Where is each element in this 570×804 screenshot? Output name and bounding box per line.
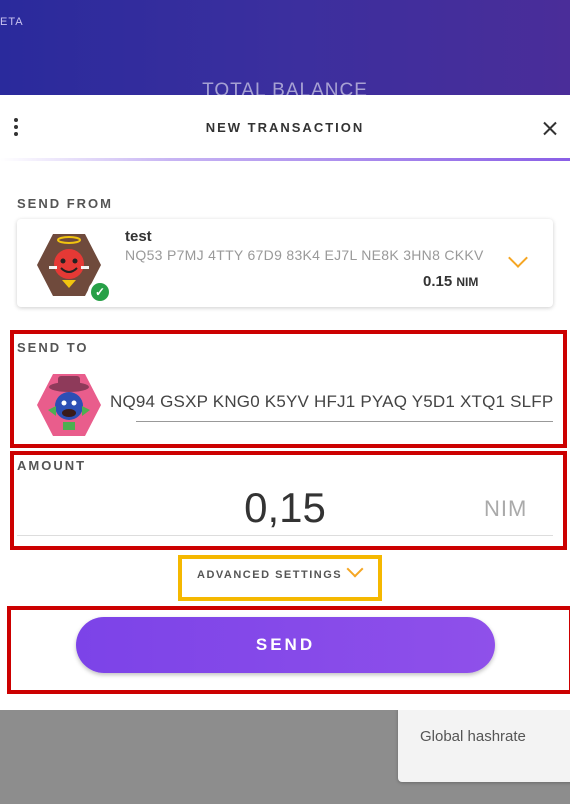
sender-balance: 0.15 NIM xyxy=(423,273,478,290)
amount-label: AMOUNT xyxy=(17,458,87,473)
chevron-down-icon[interactable] xyxy=(508,248,528,268)
advanced-settings-toggle[interactable]: ADVANCED SETTINGS xyxy=(197,569,342,581)
sender-address: NQ53 P7MJ 4TTY 67D9 83K4 EJ7L NE8K 3HN8 … xyxy=(125,247,484,263)
hashrate-label: Global hashrate xyxy=(420,728,526,745)
sender-balance-unit: NIM xyxy=(456,275,479,289)
hashrate-card: Global hashrate xyxy=(398,706,570,782)
send-button[interactable]: SEND xyxy=(76,617,495,673)
send-from-label: SEND FROM xyxy=(17,196,113,211)
new-transaction-modal: NEW TRANSACTION SEND FROM ✓ test NQ53 P7… xyxy=(0,95,570,710)
sender-balance-value: 0.15 xyxy=(423,273,453,290)
recipient-address-input[interactable]: NQ94 GSXP KNG0 K5YV HFJ1 PYAQ Y5D1 XTQ1 … xyxy=(110,392,553,412)
amount-underline xyxy=(17,535,553,536)
sender-identicon: ✓ xyxy=(36,232,112,304)
close-icon[interactable] xyxy=(540,119,560,139)
sender-account-card[interactable]: ✓ test NQ53 P7MJ 4TTY 67D9 83K4 EJ7L NE8… xyxy=(17,219,553,307)
recipient-address-underline xyxy=(136,421,553,422)
send-to-label: SEND TO xyxy=(17,340,89,355)
title-divider xyxy=(0,158,570,161)
check-icon: ✓ xyxy=(88,280,112,304)
sender-name: test xyxy=(125,228,152,245)
beta-label: ETA xyxy=(0,16,24,28)
recipient-identicon xyxy=(36,372,102,438)
amount-unit: NIM xyxy=(484,496,528,521)
modal-title: NEW TRANSACTION xyxy=(205,120,365,135)
